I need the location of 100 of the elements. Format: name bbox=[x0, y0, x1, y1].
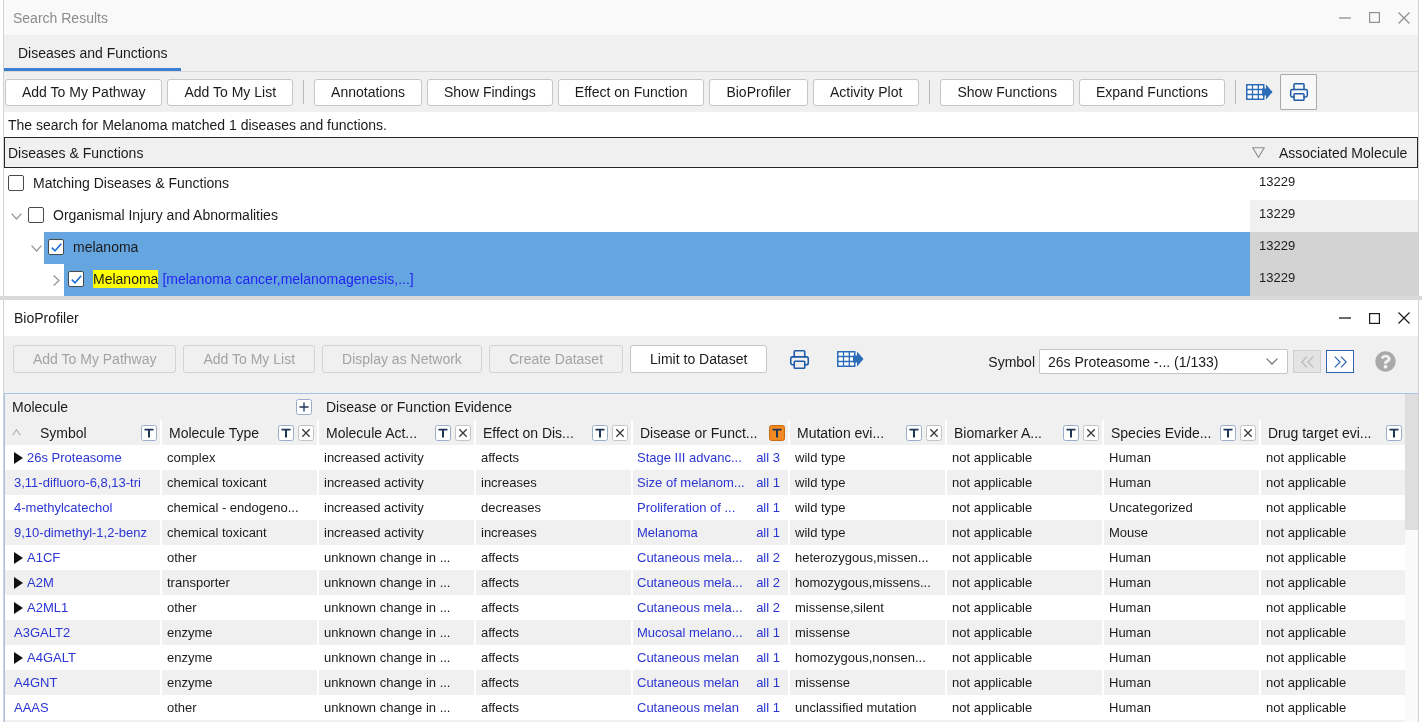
finding-count-link[interactable]: all 2 bbox=[756, 575, 780, 590]
chevron-down-icon[interactable] bbox=[30, 244, 42, 252]
table-cell: chemical toxicant bbox=[162, 520, 317, 545]
finding-count-link[interactable]: all 1 bbox=[756, 475, 780, 490]
finding-link[interactable]: Proliferation of ... bbox=[637, 500, 736, 515]
toolbar-button[interactable]: Annotations bbox=[314, 78, 422, 106]
column-header[interactable]: Mutation evi... bbox=[790, 420, 945, 445]
molecule-count: 13229 bbox=[1250, 232, 1418, 264]
column-header[interactable]: Molecule Act... bbox=[319, 420, 474, 445]
finding-count-link[interactable]: all 1 bbox=[756, 500, 780, 515]
chevron-right-icon[interactable] bbox=[52, 274, 60, 286]
maximize-icon[interactable] bbox=[1369, 312, 1380, 324]
filter-icon[interactable] bbox=[278, 424, 294, 441]
expand-triangle-icon[interactable] bbox=[14, 451, 23, 464]
column-header[interactable]: Symbol bbox=[5, 420, 160, 445]
finding-link[interactable]: Cutaneous melan bbox=[637, 700, 739, 715]
finding-link[interactable]: Melanoma bbox=[637, 525, 698, 540]
toolbar-button[interactable]: Activity Plot bbox=[813, 78, 920, 106]
column-header[interactable]: Species Evide... bbox=[1104, 420, 1259, 445]
table-cell: not applicable bbox=[1261, 470, 1405, 495]
finding-count-link[interactable]: all 1 bbox=[756, 525, 780, 540]
finding-link[interactable]: Mucosal melano... bbox=[637, 625, 743, 640]
chevron-down-icon[interactable] bbox=[10, 212, 22, 220]
table-cell: wild type bbox=[790, 520, 945, 545]
column-header[interactable]: Drug target evi... bbox=[1261, 420, 1405, 445]
tree-row[interactable]: Organismal Injury and Abnormalities bbox=[24, 200, 1250, 232]
next-button[interactable] bbox=[1326, 350, 1354, 373]
expand-triangle-icon[interactable] bbox=[14, 551, 23, 564]
add-icon[interactable] bbox=[296, 399, 312, 415]
toolbar-button[interactable]: Show Findings bbox=[427, 78, 553, 106]
toolbar-button[interactable]: Add To My Pathway bbox=[5, 78, 163, 106]
finding-link[interactable]: Cutaneous melan bbox=[637, 675, 739, 690]
toolbar-button[interactable]: Show Functions bbox=[940, 78, 1074, 106]
scrollbar-thumb[interactable] bbox=[1405, 394, 1418, 530]
field-label: Symbol bbox=[988, 353, 1035, 370]
molecule-link[interactable]: A4GALT bbox=[27, 650, 76, 665]
column-header[interactable]: Diseases & Functions bbox=[5, 144, 1250, 161]
filter-icon[interactable] bbox=[906, 424, 922, 441]
finding-link[interactable]: Cutaneous melan bbox=[637, 650, 739, 665]
checkbox[interactable] bbox=[8, 175, 24, 191]
checkbox[interactable] bbox=[68, 271, 84, 287]
tree-row[interactable]: Matching Diseases & Functions bbox=[4, 168, 1250, 200]
finding-count-link[interactable]: all 1 bbox=[756, 700, 780, 715]
molecule-link[interactable]: 3,11-difluoro-6,8,13-tri bbox=[14, 475, 141, 490]
chevron-down-icon bbox=[1266, 358, 1278, 365]
molecule-link[interactable]: A2ML1 bbox=[27, 600, 69, 615]
column-header[interactable]: Biomarker A... bbox=[947, 420, 1102, 445]
checkbox[interactable] bbox=[48, 239, 64, 255]
scrollbar[interactable] bbox=[1405, 394, 1418, 722]
table-cell: unknown change in ... bbox=[319, 570, 474, 595]
finding-count-link[interactable]: all 1 bbox=[756, 675, 780, 690]
print-button[interactable] bbox=[1280, 74, 1318, 110]
tree-row[interactable]: melanoma bbox=[44, 232, 1250, 264]
filter-icon[interactable] bbox=[435, 424, 451, 441]
table-cell: missense bbox=[790, 620, 945, 645]
finding-link[interactable]: Cutaneous mela... bbox=[637, 575, 743, 590]
molecule-link[interactable]: A2M bbox=[27, 575, 54, 590]
finding-count-link[interactable]: all 1 bbox=[756, 625, 780, 640]
close-icon[interactable] bbox=[1398, 312, 1410, 324]
checkbox[interactable] bbox=[28, 207, 44, 223]
table-cell: not applicable bbox=[947, 520, 1102, 545]
toolbar-button[interactable]: Limit to Dataset bbox=[630, 345, 768, 373]
molecule-link[interactable]: 26s Proteasome bbox=[27, 450, 122, 465]
molecule-link[interactable]: 4-methylcatechol bbox=[14, 500, 113, 515]
filter-icon[interactable] bbox=[769, 424, 785, 441]
finding-link[interactable]: Cutaneous mela... bbox=[637, 600, 743, 615]
window-title: Search Results bbox=[13, 9, 108, 26]
molecule-link[interactable]: A1CF bbox=[27, 550, 61, 565]
toolbar-button[interactable]: Add To My List bbox=[167, 78, 294, 106]
column-header[interactable]: Disease or Funct... bbox=[633, 420, 788, 445]
finding-link[interactable]: Stage III advanc... bbox=[637, 450, 742, 465]
filter-icon[interactable] bbox=[1386, 424, 1402, 441]
toolbar-button[interactable]: Expand Functions bbox=[1079, 78, 1226, 106]
finding-link[interactable]: Cutaneous mela... bbox=[637, 550, 743, 565]
column-header[interactable]: Effect on Dis... bbox=[476, 420, 631, 445]
expand-triangle-icon[interactable] bbox=[14, 651, 23, 664]
filter-icon[interactable] bbox=[1063, 424, 1079, 441]
toolbar-button[interactable]: BioProfiler bbox=[709, 78, 808, 106]
table-export-icon[interactable] bbox=[1246, 83, 1274, 101]
molecule-link[interactable]: AAAS bbox=[14, 700, 49, 715]
finding-count-link[interactable]: all 3 bbox=[756, 450, 780, 465]
finding-count-link[interactable]: all 1 bbox=[756, 650, 780, 665]
expand-triangle-icon[interactable] bbox=[14, 576, 23, 589]
print-icon[interactable] bbox=[789, 348, 811, 370]
molecule-link[interactable]: A3GALT2 bbox=[14, 625, 71, 640]
finding-count-link[interactable]: all 2 bbox=[756, 600, 780, 615]
symbol-select[interactable]: 26s Proteasome -... (1/133) bbox=[1039, 349, 1288, 374]
finding-link[interactable]: Size of melanom... bbox=[637, 475, 745, 490]
filter-icon[interactable] bbox=[1220, 424, 1236, 441]
molecule-link[interactable]: A4GNT bbox=[14, 675, 58, 690]
table-cell: not applicable bbox=[1261, 620, 1405, 645]
table-export-icon[interactable] bbox=[837, 350, 865, 368]
molecule-link[interactable]: 9,10-dimethyl-1,2-benz bbox=[14, 525, 147, 540]
filter-icon[interactable] bbox=[592, 424, 608, 441]
expand-triangle-icon[interactable] bbox=[14, 601, 23, 614]
column-header[interactable]: Molecule Type bbox=[162, 420, 317, 445]
filter-icon[interactable] bbox=[141, 424, 157, 441]
column-header[interactable]: Associated Molecule bbox=[1279, 144, 1408, 161]
toolbar-button[interactable]: Effect on Function bbox=[557, 78, 705, 106]
finding-count-link[interactable]: all 2 bbox=[756, 550, 780, 565]
